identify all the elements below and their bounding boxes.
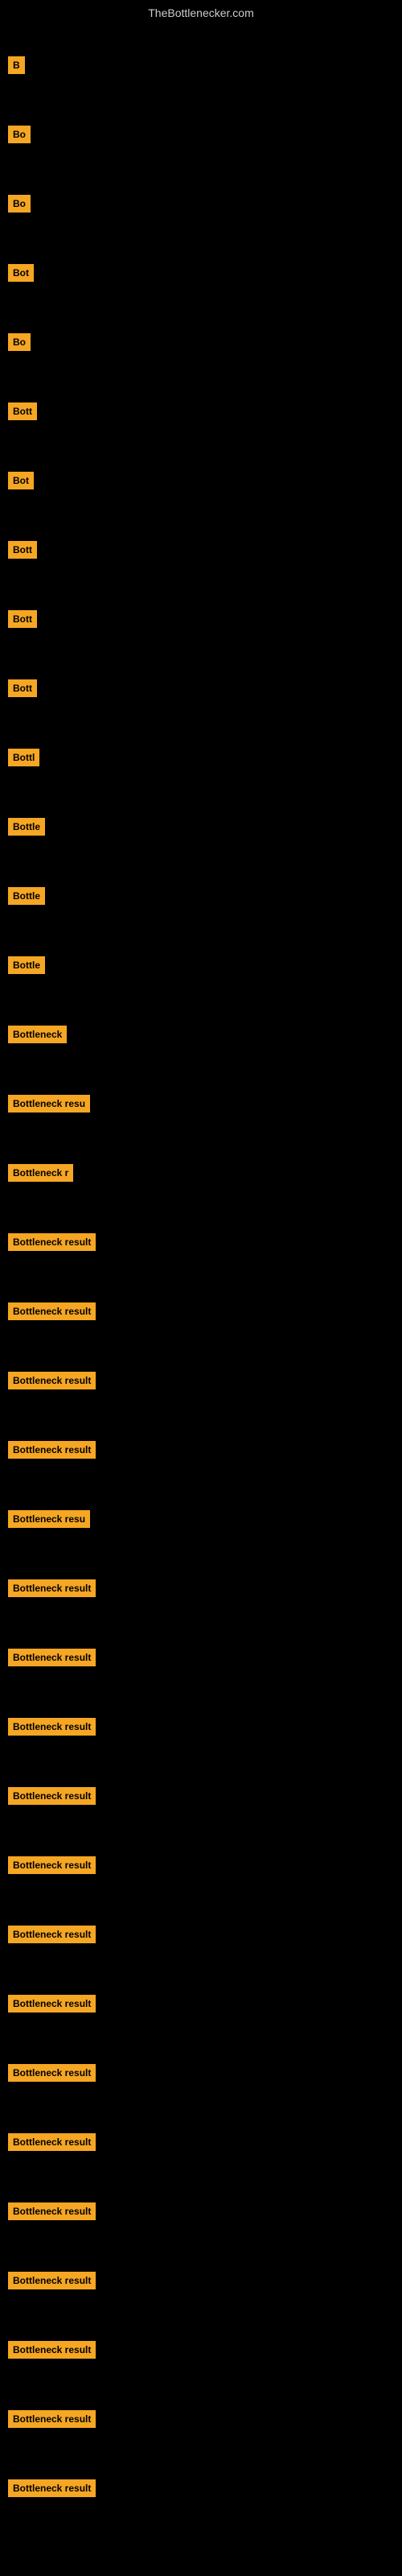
list-item: Bottle <box>8 792 402 861</box>
list-item: Bottleneck result <box>8 1208 402 1277</box>
bottleneck-label[interactable]: Bottleneck result <box>8 2133 96 2151</box>
list-item: Bott <box>8 515 402 584</box>
bottleneck-label[interactable]: Bottleneck result <box>8 1649 96 1666</box>
list-item: Bo <box>8 169 402 238</box>
list-item: Bottleneck result <box>8 1277 402 1346</box>
bottleneck-label[interactable]: Bo <box>8 195 31 213</box>
list-item: Bottleneck result <box>8 2315 402 2384</box>
bottleneck-label[interactable]: Bottleneck result <box>8 1372 96 1389</box>
bottleneck-label[interactable]: Bott <box>8 402 37 420</box>
bottleneck-label[interactable]: Bottleneck resu <box>8 1510 90 1528</box>
bottleneck-label[interactable]: Bo <box>8 126 31 143</box>
list-item: Bottleneck result <box>8 1554 402 1623</box>
list-item: Bottleneck result <box>8 1900 402 1969</box>
bottleneck-label[interactable]: Bottleneck result <box>8 2410 96 2428</box>
bottleneck-label[interactable]: Bottleneck result <box>8 1302 96 1320</box>
list-item: Bott <box>8 654 402 723</box>
bottleneck-label[interactable]: Bottleneck result <box>8 1995 96 2013</box>
bottleneck-label[interactable]: Bottleneck result <box>8 2272 96 2289</box>
bottleneck-label[interactable]: Bottleneck result <box>8 1233 96 1251</box>
bottleneck-label[interactable]: Bo <box>8 333 31 351</box>
list-item: Bottleneck result <box>8 2454 402 2523</box>
bottleneck-label[interactable]: Bottleneck resu <box>8 1095 90 1113</box>
list-item: Bottleneck result <box>8 1692 402 1761</box>
bottleneck-label[interactable]: Bottleneck result <box>8 2064 96 2082</box>
bottleneck-label[interactable]: Bottleneck result <box>8 1787 96 1805</box>
list-item: Bottle <box>8 861 402 931</box>
list-item: Bottleneck result <box>8 1415 402 1484</box>
list-item: Bottleneck result <box>8 2384 402 2454</box>
bottleneck-label[interactable]: Bottleneck result <box>8 2202 96 2220</box>
list-item: Bottleneck result <box>8 1346 402 1415</box>
list-item: Bottleneck <box>8 1000 402 1069</box>
bottleneck-label[interactable]: Bott <box>8 610 37 628</box>
list-item: Bo <box>8 100 402 169</box>
list-item: Bottleneck result <box>8 2107 402 2177</box>
bottleneck-label[interactable]: Bott <box>8 679 37 697</box>
list-item: Bot <box>8 238 402 308</box>
bottleneck-label[interactable]: Bott <box>8 541 37 559</box>
bottleneck-label[interactable]: Bottl <box>8 749 39 766</box>
list-item: Bott <box>8 584 402 654</box>
bottleneck-label[interactable]: Bottleneck result <box>8 1579 96 1597</box>
list-item: Bottleneck result <box>8 1623 402 1692</box>
list-item: Bottleneck r <box>8 1138 402 1208</box>
bottleneck-label[interactable]: Bottle <box>8 818 45 836</box>
items-container: B Bo Bo Bot Bo Bott Bot Bott Bott Bott Bottl Bottle… <box>0 23 402 2531</box>
list-item: Bottleneck result <box>8 1761 402 1831</box>
list-item: B <box>8 31 402 100</box>
list-item: Bo <box>8 308 402 377</box>
bottleneck-label[interactable]: Bot <box>8 472 34 489</box>
bottleneck-label[interactable]: Bottleneck result <box>8 2479 96 2497</box>
bottleneck-label[interactable]: Bottleneck result <box>8 1718 96 1736</box>
list-item: Bottleneck result <box>8 1831 402 1900</box>
bottleneck-label[interactable]: Bottleneck result <box>8 1856 96 1874</box>
list-item: Bottleneck result <box>8 1969 402 2038</box>
list-item: Bottleneck resu <box>8 1484 402 1554</box>
list-item: Bottl <box>8 723 402 792</box>
bottleneck-label[interactable]: Bottleneck result <box>8 1441 96 1459</box>
bottleneck-label[interactable]: Bottleneck <box>8 1026 67 1043</box>
bottleneck-label[interactable]: B <box>8 56 25 74</box>
list-item: Bottleneck resu <box>8 1069 402 1138</box>
site-title: TheBottlenecker.com <box>0 0 402 23</box>
list-item: Bot <box>8 446 402 515</box>
list-item: Bottleneck result <box>8 2246 402 2315</box>
list-item: Bottleneck result <box>8 2177 402 2246</box>
bottleneck-label[interactable]: Bottleneck r <box>8 1164 73 1182</box>
bottleneck-label[interactable]: Bottleneck result <box>8 2341 96 2359</box>
bottleneck-label[interactable]: Bottle <box>8 887 45 905</box>
bottleneck-label[interactable]: Bottleneck result <box>8 1926 96 1943</box>
list-item: Bottleneck result <box>8 2038 402 2107</box>
bottleneck-label[interactable]: Bot <box>8 264 34 282</box>
list-item: Bott <box>8 377 402 446</box>
list-item: Bottle <box>8 931 402 1000</box>
bottleneck-label[interactable]: Bottle <box>8 956 45 974</box>
